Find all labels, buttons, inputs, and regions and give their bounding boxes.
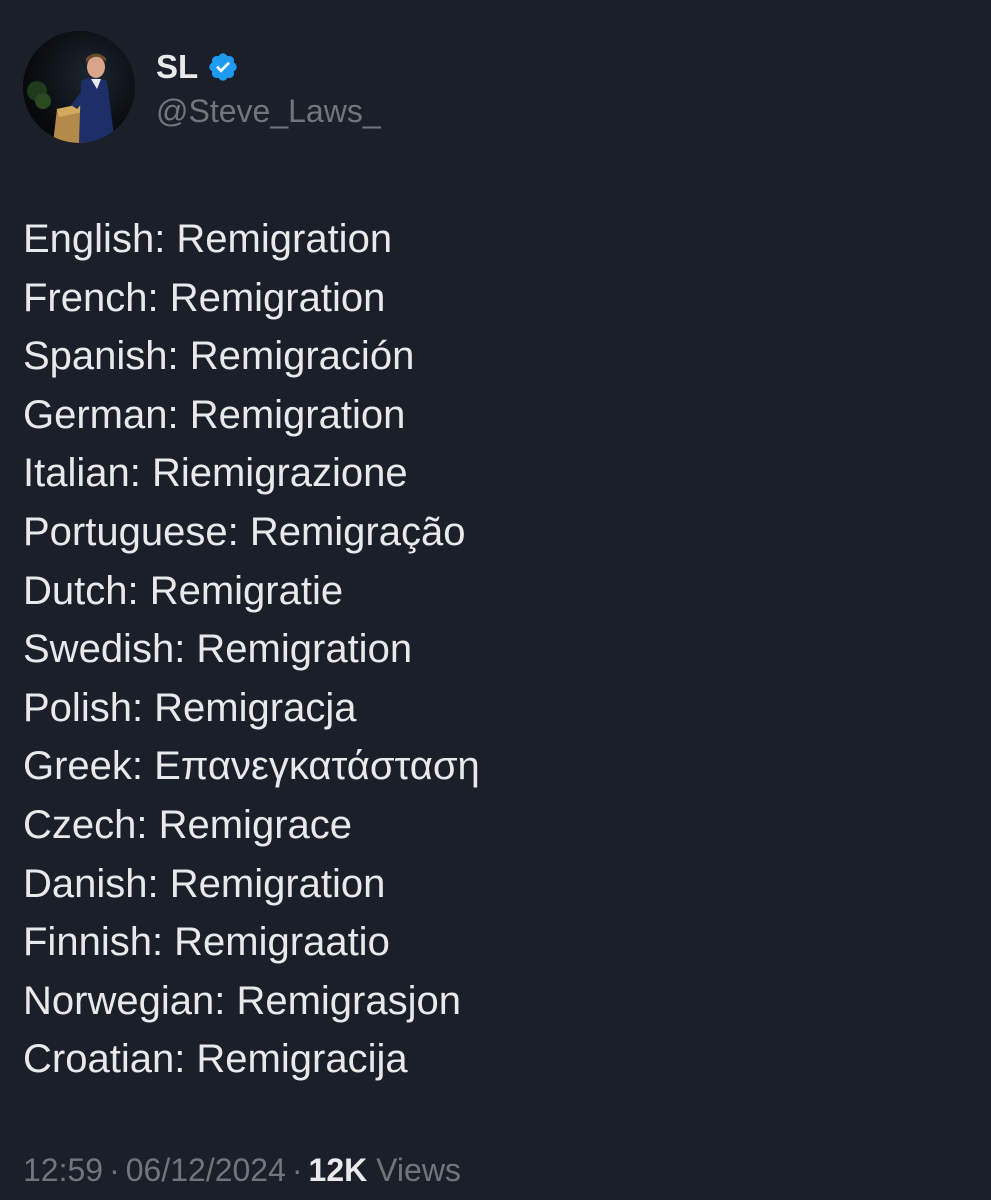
tweet-card: SL @Steve_Laws_ English: Remigration Fre… [0, 0, 991, 1200]
author-handle[interactable]: @Steve_Laws_ [156, 90, 381, 132]
tweet-line: Italian: Riemigrazione [23, 451, 408, 496]
tweet-line: Danish: Remigration [23, 861, 386, 906]
views-count[interactable]: 12K [309, 1152, 368, 1188]
tweet-text: English: Remigration French: Remigration… [23, 210, 480, 1089]
author-avatar[interactable] [23, 31, 135, 143]
tweet-line: Finnish: Remigraatio [23, 920, 390, 965]
tweet-time[interactable]: 12:59 [23, 1152, 103, 1188]
tweet-metadata: 12:59 · 06/12/2024 · 12K Views [23, 1148, 461, 1192]
meta-separator: · [109, 1152, 120, 1188]
verified-badge-icon [207, 51, 239, 83]
tweet-line: English: Remigration [23, 217, 393, 261]
tweet-line: Norwegian: Remigrasjon [23, 978, 461, 1023]
tweet-line: Croatian: Remigracija [23, 1037, 408, 1082]
views-label[interactable]: Views [376, 1152, 461, 1188]
tweet-line: Dutch: Remigratie [23, 568, 344, 613]
meta-separator: · [291, 1152, 303, 1188]
tweet-line: French: Remigration [23, 275, 386, 320]
tweet-line: Spanish: Remigración [23, 334, 415, 379]
tweet-line: Greek: Επανεγκατάσταση [23, 744, 480, 789]
tweet-line: Polish: Remigracja [23, 685, 357, 730]
tweet-line: Swedish: Remigration [23, 627, 413, 672]
tweet-line: Portuguese: Remigração [23, 509, 466, 554]
profile-photo-icon [23, 31, 135, 143]
tweet-line: German: Remigration [23, 392, 406, 437]
tweet-date[interactable]: 06/12/2024 [126, 1152, 286, 1188]
author-display-name[interactable]: SL [156, 46, 198, 88]
author-name-row: SL [156, 46, 239, 88]
tweet-line: Czech: Remigrace [23, 802, 353, 847]
